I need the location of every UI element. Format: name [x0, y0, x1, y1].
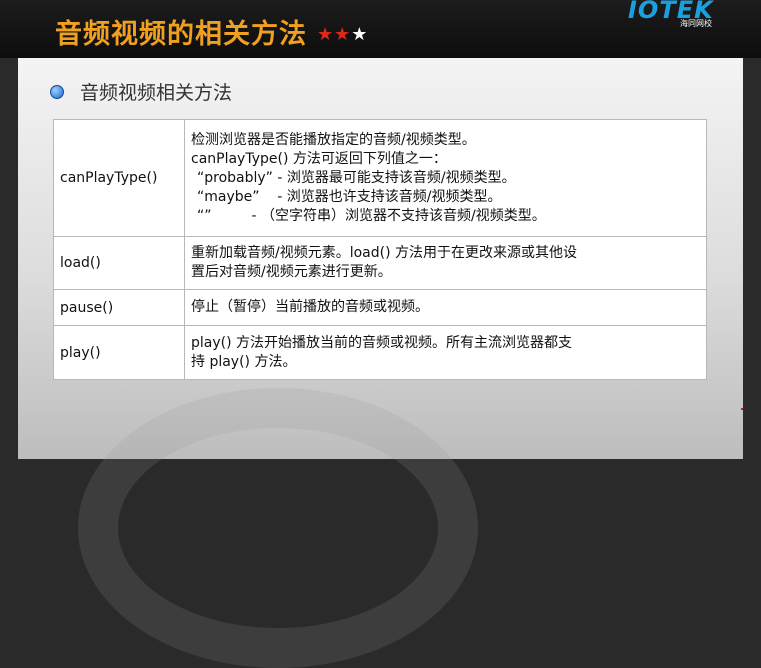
- method-name: play(): [53, 325, 185, 380]
- table-row: pause() 停止（暂停）当前播放的音频或视频。: [53, 289, 707, 326]
- star-icon: ★: [317, 24, 335, 45]
- logo-subtext: 海同网校: [680, 19, 712, 28]
- slide-body: 音频视频相关方法 canPlayType() 检测浏览器是否能播放指定的音频/视…: [18, 58, 743, 668]
- section-heading: 音频视频相关方法: [50, 78, 232, 105]
- bullet-icon: [50, 84, 64, 99]
- description-line: canPlayType() 方法可返回下列值之一：: [191, 150, 447, 167]
- star-icon: ★: [351, 24, 369, 45]
- method-description: 检测浏览器是否能播放指定的音频/视频类型。 canPlayType() 方法可返…: [184, 119, 707, 237]
- section-heading-text: 音频视频相关方法: [80, 82, 233, 104]
- brand-logo: IOTEK 海同网校: [628, 0, 724, 32]
- description-line: “maybe” - 浏览器也许支持该音频/视频类型。: [197, 188, 502, 205]
- background-swirl: [78, 388, 478, 668]
- description-line: “probably” - 浏览器最可能支持该音频/视频类型。: [197, 169, 516, 186]
- description-line: 检测浏览器是否能播放指定的音频/视频类型。: [191, 131, 476, 148]
- method-name: load(): [53, 236, 185, 290]
- method-description: 重新加载音频/视频元素。load() 方法用于在更改来源或其他设 置后对音频/视…: [184, 236, 707, 290]
- page-title-text: 音频视频的相关方法: [55, 19, 307, 50]
- page-title: 音频视频的相关方法 ★★★: [55, 12, 368, 51]
- method-name: canPlayType(): [53, 119, 185, 237]
- description-line: play() 方法开始播放当前的音频或视频。所有主流浏览器都支: [191, 334, 573, 351]
- description-line: 置后对音频/视频元素进行更新。: [191, 264, 392, 280]
- difficulty-rating: ★★★: [317, 24, 368, 45]
- table-row: load() 重新加载音频/视频元素。load() 方法用于在更改来源或其他设 …: [53, 236, 707, 290]
- table-row: play() play() 方法开始播放当前的音频或视频。所有主流浏览器都支 持…: [53, 325, 707, 380]
- table-row: canPlayType() 检测浏览器是否能播放指定的音频/视频类型。 canP…: [53, 119, 707, 237]
- description-line: 重新加载音频/视频元素。load() 方法用于在更改来源或其他设: [191, 245, 578, 261]
- description-line: “” - （空字符串）浏览器不支持该音频/视频类型。: [197, 207, 546, 224]
- method-name: pause(): [53, 289, 185, 326]
- description-line: 持 play() 方法。: [191, 353, 297, 370]
- corner-mark: [741, 408, 743, 410]
- methods-table: canPlayType() 检测浏览器是否能播放指定的音频/视频类型。 canP…: [53, 119, 707, 380]
- method-description: 停止（暂停）当前播放的音频或视频。: [184, 289, 707, 326]
- description-line: 停止（暂停）当前播放的音频或视频。: [191, 299, 429, 315]
- method-description: play() 方法开始播放当前的音频或视频。所有主流浏览器都支 持 play()…: [184, 325, 707, 380]
- title-bar: 音频视频的相关方法 ★★★ IOTEK 海同网校: [0, 0, 761, 58]
- star-icon: ★: [334, 24, 352, 45]
